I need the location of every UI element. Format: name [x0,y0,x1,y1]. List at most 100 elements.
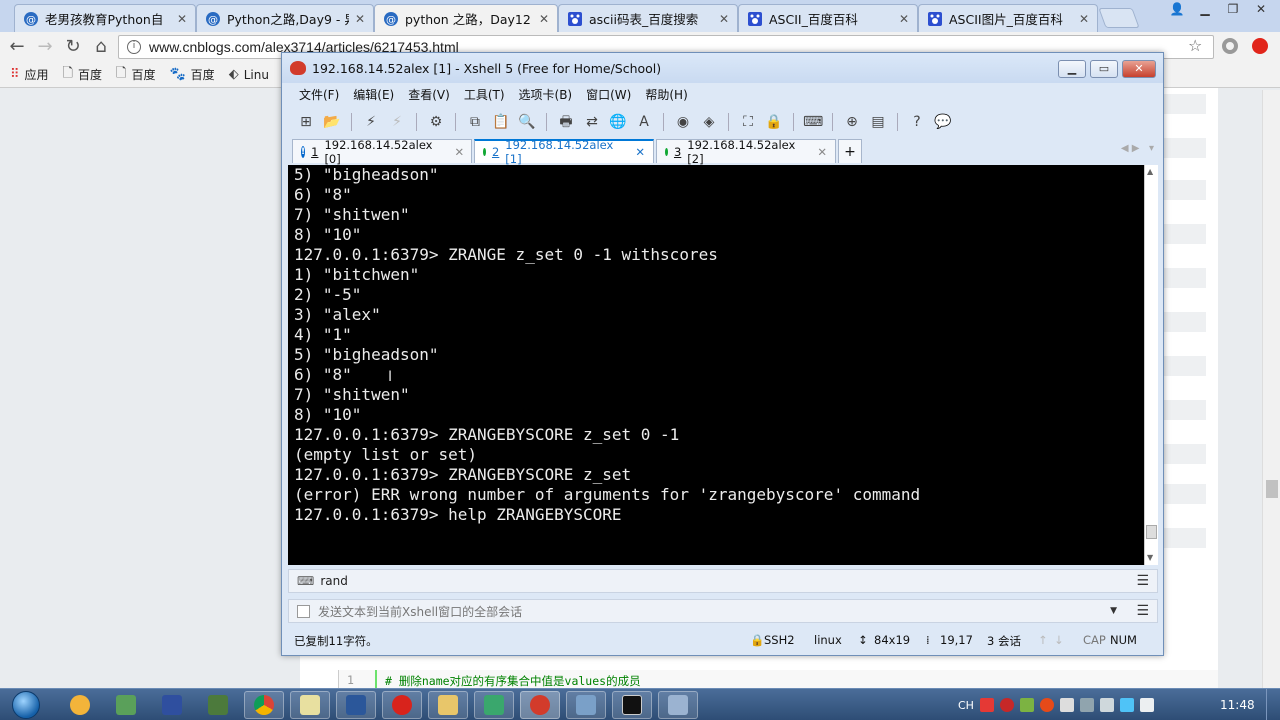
back-arrow-icon[interactable]: ← [6,37,28,59]
show-desktop-button[interactable] [1266,689,1280,720]
new-tab-button[interactable] [1098,8,1140,28]
paste-icon[interactable]: 📋 [491,112,511,132]
browser-tab[interactable]: ascii码表_百度搜索 ✕ [558,4,738,32]
lock-icon[interactable]: 🔒 [764,112,784,132]
network-icon[interactable] [1099,698,1114,712]
help-icon[interactable]: ? [907,112,927,132]
print-icon[interactable]: 🖶 [556,112,576,132]
globe-icon[interactable]: 🌐 [608,112,628,132]
close-icon[interactable]: ✕ [355,12,365,26]
connect-icon[interactable]: ⚡ [361,112,381,132]
browser-tab[interactable]: ASCII_百度百科 ✕ [738,4,918,32]
session-tab-0[interactable]: ! 1 192.168.14.52alex [0] ✕ [292,138,472,166]
menu-view[interactable]: 查看(V) [401,83,457,105]
close-icon[interactable]: ✕ [455,145,465,159]
terminal-scrollbar[interactable]: ▲ ▼ [1144,165,1158,565]
arrow-up-icon[interactable]: ↑ [1038,633,1048,647]
open-folder-icon[interactable]: 📂 [322,112,342,132]
bookmark-item[interactable]: 🐾 百度 [169,66,214,83]
script-icon[interactable]: ◈ [699,112,719,132]
opera-extension-icon[interactable] [1252,38,1268,54]
minimize-icon[interactable]: ▁ [1192,0,1218,18]
scrollbar-thumb[interactable] [1146,525,1157,539]
info-icon[interactable]: i [127,40,141,54]
menu-file[interactable]: 文件(F) [292,83,346,105]
taskbar-app[interactable] [290,691,330,719]
taskbar-app[interactable] [198,691,238,719]
session-tab-2[interactable]: 3 192.168.14.52alex [2] ✕ [656,138,836,166]
taskbar-app-chrome[interactable] [244,691,284,719]
terminal-output[interactable]: 5) "bigheadson" 6) "8" 7) "shitwen" 8) "10"… [288,165,1144,565]
taskbar-app[interactable] [474,691,514,719]
bookmark-apps[interactable]: ⠿ 应用 [10,66,49,83]
restore-icon[interactable]: ❐ [1220,0,1246,18]
layout-icon[interactable]: ▤ [868,112,888,132]
menu-tools[interactable]: 工具(T) [457,83,512,105]
add-session-tab-button[interactable]: + [838,139,862,163]
scroll-down-arrow-icon[interactable]: ▼ [1147,553,1153,562]
close-icon[interactable]: ✕ [539,12,549,26]
taskbar-app-cmd[interactable] [612,691,652,719]
chat-icon[interactable]: 💬 [933,112,953,132]
close-button[interactable]: ✕ [1122,60,1156,78]
browser-tab[interactable]: @ 老男孩教育Python自 ✕ [14,4,196,32]
taskbar-app-explorer[interactable] [428,691,468,719]
maximize-button[interactable]: ▭ [1090,60,1118,78]
scroll-up-arrow-icon[interactable]: ▲ [1147,167,1153,176]
scrollbar-thumb[interactable] [1266,480,1278,498]
minimize-button[interactable]: ▁ [1058,60,1086,78]
sogou-icon[interactable] [979,698,994,712]
xshell-titlebar[interactable]: 192.168.14.52alex [1] - Xshell 5 (Free f… [282,53,1163,83]
new-session-icon[interactable]: ⊞ [296,112,316,132]
home-icon[interactable]: ⌂ [90,37,112,59]
add-tab-icon[interactable]: ⊕ [842,112,862,132]
close-icon[interactable]: ✕ [899,12,909,26]
taskbar-app[interactable] [152,691,192,719]
taskbar-app[interactable] [382,691,422,719]
taskbar-app[interactable] [106,691,146,719]
close-icon[interactable]: ✕ [817,145,827,159]
browser-tab[interactable]: @ Python之路,Day9 - 异 ✕ [196,4,374,32]
tray-icon[interactable] [1059,698,1074,712]
close-icon[interactable]: ✕ [1248,0,1274,18]
fullscreen-icon[interactable]: ⛶ [738,112,758,132]
arrow-down-icon[interactable]: ↓ [1054,633,1064,647]
taskbar-app[interactable] [658,691,698,719]
transfer-icon[interactable]: ⇄ [582,112,602,132]
page-scrollbar[interactable] [1262,90,1280,688]
menu-tabs[interactable]: 选项卡(B) [512,83,580,105]
keyboard-icon[interactable]: ⌨ [803,112,823,132]
tray-icon[interactable] [1019,698,1034,712]
chevron-down-icon[interactable]: ▼ [1110,606,1117,616]
menu-icon[interactable]: ☰ [1136,573,1149,589]
disconnect-icon[interactable]: ⚡ [387,112,407,132]
menu-icon[interactable]: ☰ [1136,603,1149,619]
close-icon[interactable]: ✕ [719,12,729,26]
start-button[interactable] [6,689,46,720]
copy-icon[interactable]: ⧉ [465,112,485,132]
user-icon[interactable]: 👤 [1164,0,1190,18]
close-icon[interactable]: ✕ [177,12,187,26]
tray-icon[interactable] [1039,698,1054,712]
close-icon[interactable]: ✕ [1079,12,1089,26]
properties-icon[interactable]: ⚙ [426,112,446,132]
bookmark-item[interactable]: 🗋 百度 [63,64,102,86]
session-tab-1[interactable]: 2 192.168.14.52alex [1] ✕ [474,138,654,166]
clock[interactable]: 11:48 [1220,698,1255,712]
language-indicator[interactable]: CH [958,699,974,712]
taskbar-app[interactable] [566,691,606,719]
tray-icon[interactable] [999,698,1014,712]
tab-scroll-arrows[interactable]: ◀ ▶ ▾ [1121,143,1154,154]
volume-icon[interactable] [1139,698,1154,712]
browser-tab-active[interactable]: @ python 之路，Day12 ✕ [374,4,558,32]
close-icon[interactable]: ✕ [635,145,645,159]
taskbar-app[interactable] [60,691,100,719]
reload-icon[interactable]: ↻ [62,37,84,59]
taskbar-app-xshell[interactable] [520,691,560,719]
forward-arrow-icon[interactable]: → [34,37,56,59]
bookmark-item[interactable]: 🗋 百度 [116,64,155,86]
font-icon[interactable]: A [634,112,654,132]
command-bar[interactable]: ⌨ rand ☰ [288,569,1158,593]
xftp-icon[interactable]: ◉ [673,112,693,132]
menu-help[interactable]: 帮助(H) [638,83,694,105]
